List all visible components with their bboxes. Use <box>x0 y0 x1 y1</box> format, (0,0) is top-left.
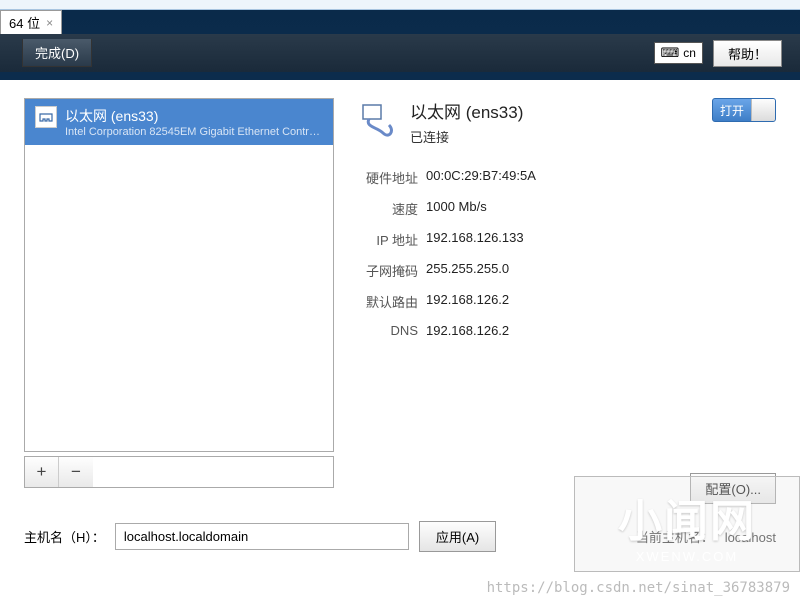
browser-tab[interactable]: 64 位 × <box>0 10 62 35</box>
detail-row-gateway: 默认路由 192.168.126.2 <box>358 292 776 311</box>
keyboard-icon: ⌨ <box>661 45 680 61</box>
detail-status: 已连接 <box>410 127 523 146</box>
toggle-knob <box>751 99 775 121</box>
current-hostname: 当前主机名： localhost <box>636 527 776 546</box>
tab-label: 64 位 <box>9 13 40 32</box>
help-button[interactable]: 帮助！ <box>713 40 782 67</box>
ime-indicator[interactable]: ⌨ cn <box>654 42 703 64</box>
interface-list-actions: + − <box>24 456 334 488</box>
toggle-label: 打开 <box>713 102 751 119</box>
network-panel: 以太网 (ens33) Intel Corporation 82545EM Gi… <box>0 80 800 600</box>
hostname-label: 主机名（H）： <box>24 527 105 546</box>
interface-details: 以太网 (ens33) 已连接 打开 硬件地址 00:0C:29:B7:49:5… <box>358 98 776 350</box>
done-button[interactable]: 完成(D) <box>22 39 92 67</box>
hostname-row: 主机名（H）： 应用(A) 当前主机名： localhost <box>24 521 776 552</box>
hostname-input[interactable] <box>115 523 409 550</box>
detail-row-ip: IP 地址 192.168.126.133 <box>358 230 776 249</box>
interface-sidebar: 以太网 (ens33) Intel Corporation 82545EM Gi… <box>24 98 334 488</box>
configure-button[interactable]: 配置(O)... <box>690 473 776 504</box>
ime-label: cn <box>683 46 696 60</box>
interface-title: 以太网 (ens33) <box>65 106 323 126</box>
detail-row-speed: 速度 1000 Mb/s <box>358 199 776 218</box>
interface-list: 以太网 (ens33) Intel Corporation 82545EM Gi… <box>24 98 334 452</box>
add-interface-button[interactable]: + <box>25 457 59 487</box>
connection-toggle[interactable]: 打开 <box>712 98 776 122</box>
window-titlebar <box>0 0 800 10</box>
detail-row-hwaddr: 硬件地址 00:0C:29:B7:49:5A <box>358 168 776 187</box>
interface-subtitle: Intel Corporation 82545EM Gigabit Ethern… <box>65 126 323 138</box>
detail-row-subnet: 子网掩码 255.255.255.0 <box>358 261 776 280</box>
toolbar: 完成(D) ⌨ cn 帮助！ <box>0 34 800 72</box>
remove-interface-button[interactable]: − <box>59 457 93 487</box>
apply-button[interactable]: 应用(A) <box>419 521 496 552</box>
interface-item-ens33[interactable]: 以太网 (ens33) Intel Corporation 82545EM Gi… <box>25 99 333 145</box>
ethernet-large-icon <box>358 100 400 142</box>
ethernet-icon <box>35 106 57 128</box>
detail-row-dns: DNS 192.168.126.2 <box>358 323 776 338</box>
footer-url: https://blog.csdn.net/sinat_36783879 <box>0 580 790 596</box>
detail-table: 硬件地址 00:0C:29:B7:49:5A 速度 1000 Mb/s IP 地… <box>358 168 776 338</box>
close-icon[interactable]: × <box>46 16 53 30</box>
detail-title: 以太网 (ens33) <box>410 98 523 123</box>
